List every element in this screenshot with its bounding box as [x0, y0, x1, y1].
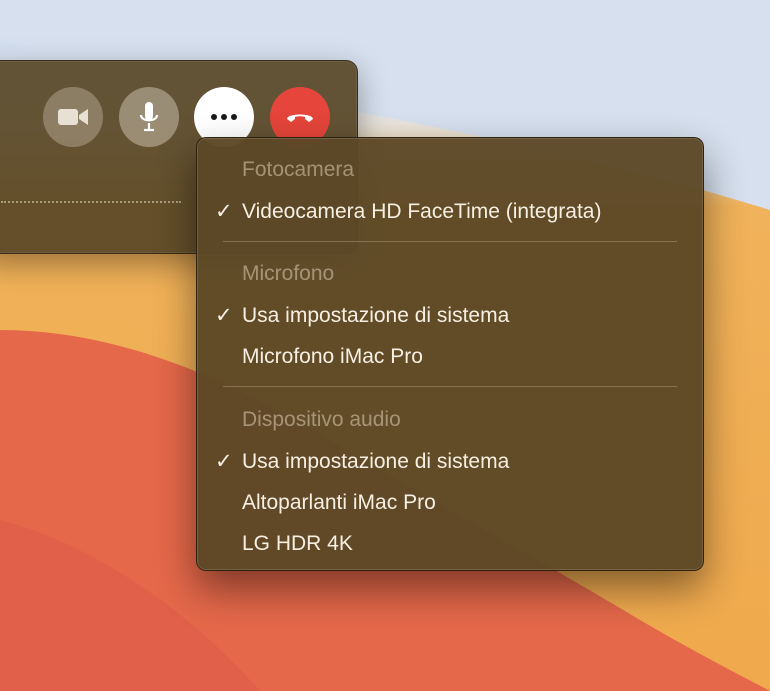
video-toggle-button[interactable] [43, 87, 103, 147]
microphone-icon [139, 102, 159, 132]
section-header-camera: Fotocamera [242, 158, 355, 181]
menu-item-imac-pro-speakers[interactable]: Altoparlanti iMac Pro [242, 490, 436, 516]
menu-item-mic-system-setting[interactable]: Usa impostazione di sistema [242, 303, 509, 329]
checkmark-icon: ✓ [215, 200, 233, 223]
section-header-microphone: Microfono [242, 262, 335, 285]
section-header-audio-device: Dispositivo audio [242, 408, 401, 431]
menu-separator [223, 241, 677, 242]
menu-item-lg-hdr-4k[interactable]: LG HDR 4K [242, 531, 353, 557]
checkmark-icon: ✓ [215, 304, 233, 327]
end-call-icon [287, 114, 313, 122]
call-progress-track [1, 201, 181, 203]
more-options-icon [211, 114, 237, 120]
menu-item-imac-pro-microphone[interactable]: Microfono iMac Pro [242, 344, 423, 370]
microphone-toggle-button[interactable] [119, 87, 179, 147]
menu-item-audio-system-setting[interactable]: Usa impostazione di sistema [242, 449, 509, 475]
video-camera-icon [58, 109, 88, 125]
menu-separator [223, 386, 677, 387]
device-options-menu: Fotocamera ✓ Videocamera HD FaceTime (in… [196, 137, 704, 571]
menu-item-facetime-hd-camera[interactable]: Videocamera HD FaceTime (integrata) [242, 199, 601, 225]
checkmark-icon: ✓ [215, 450, 233, 473]
